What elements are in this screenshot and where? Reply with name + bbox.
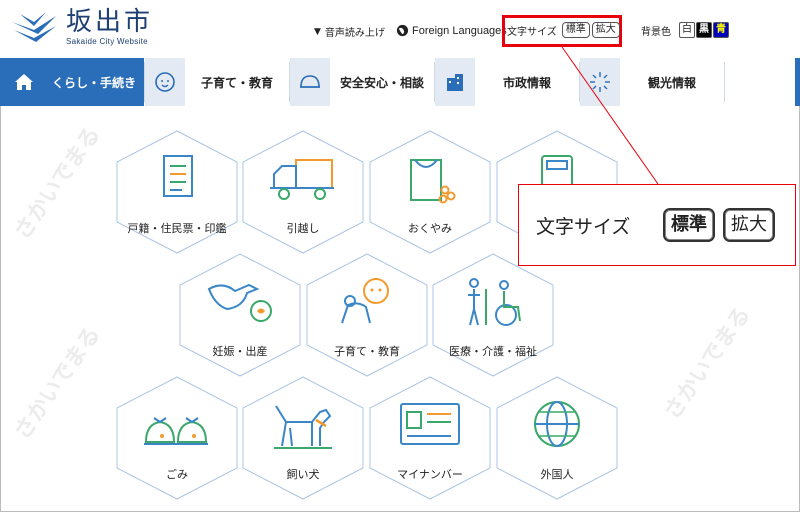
tile-welfare[interactable]: 医療・介護・福祉 [431,253,555,377]
building-icon [447,74,463,91]
download-arrow-icon: ▼ [314,26,321,37]
nav-label: 観光情報 [647,75,696,90]
bg-color-control: 背景色 白 黒 青 [641,22,730,38]
firework-icon [590,72,610,92]
logo-title: 坂出市 [66,7,154,37]
bg-color-label: 背景色 [641,26,671,38]
tile-label: マイナンバー [397,468,463,481]
document-icon [163,155,193,197]
truck-icon [270,159,334,200]
globe-icon [534,401,580,447]
foreign-languages-link[interactable]: Foreign Languages [396,24,507,37]
helmet-icon [300,75,320,88]
callout-standard-button: 標準 [663,208,715,242]
nav-item-tourism[interactable]: 観光情報 [580,58,725,106]
tile-label: 飼い犬 [286,468,320,481]
tile-family-register[interactable]: 戸籍・住民票・印鑑 [115,130,239,254]
voice-reader-link[interactable]: ▼ 音声読み上げ [314,24,385,40]
logo-bird-icon [12,12,56,42]
watermark-text: さかいでまる [9,122,106,245]
nav-label: くらし・手続き [51,75,136,90]
nav-label: 安全安心・相談 [339,75,424,90]
bg-white-button[interactable]: 白 [679,22,695,38]
tile-label: 引越し [286,222,320,235]
nav-item-childcare[interactable]: 子育て・教育 [145,58,290,106]
tile-childcare[interactable]: 子育て・教育 [305,253,429,377]
home-icon [15,74,33,90]
text-size-label: 文字サイズ [507,26,557,38]
nav-item-safety[interactable]: 安全安心・相談 [290,58,435,106]
site-header: 坂出市 Sakaide City Website ▼ 音声読み上げ Foreig… [0,0,800,58]
voice-reader-label: 音声読み上げ [324,28,385,39]
tile-condolence[interactable]: おくやみ [368,130,492,254]
callout-large-button: 拡大 [723,208,775,242]
site-logo[interactable]: 坂出市 Sakaide City Website [10,8,153,46]
tile-label: 医療・介護・福祉 [449,345,537,358]
dog-icon [274,405,332,449]
text-size-control: 文字サイズ 標準 拡大 [507,22,622,38]
text-size-large-button[interactable]: 拡大 [591,22,620,38]
watermark-text: さかいでまる [659,302,756,425]
tile-label: 子育て・教育 [334,345,400,358]
nav-item-living[interactable]: くらし・手続き [0,58,145,106]
tile-label: 戸籍・住民票・印鑑 [127,222,227,235]
garbage-bag-icon [144,417,208,445]
global-nav: くらし・手続き 子育て・教育 安全安心・相談 市政情報 観光情報 [0,58,800,106]
foreign-languages-label: Foreign Languages [412,24,507,37]
nav-item-cityinfo[interactable]: 市政情報 [435,58,580,106]
bg-black-button[interactable]: 黒 [696,22,712,38]
tile-label: ごみ [166,468,188,481]
globe-icon [396,24,409,37]
stork-icon [207,283,272,322]
text-size-standard-button[interactable]: 標準 [561,22,590,38]
logo-subtitle: Sakaide City Website [66,37,148,46]
incense-icon [410,159,456,204]
nav-edge [795,58,800,106]
child-icon [341,278,389,324]
wheelchair-icon [468,278,521,326]
bg-blue-button[interactable]: 青 [713,22,729,38]
tile-label: 外国人 [540,468,574,481]
tile-moving[interactable]: 引越し [241,130,365,254]
tile-garbage[interactable]: ごみ [115,376,239,500]
tile-label: おくやみ [408,222,452,235]
tile-pregnancy[interactable]: 妊娠・出産 [178,253,302,377]
tile-mynumber[interactable]: マイナンバー [368,376,492,500]
tile-label: 妊娠・出産 [212,345,268,358]
nav-label: 市政情報 [502,75,551,90]
tile-dog[interactable]: 飼い犬 [241,376,365,500]
watermark-text: さかいでまる [9,322,106,445]
tile-foreigners[interactable]: 外国人 [495,376,619,500]
id-card-icon [400,403,460,445]
baby-icon [155,72,175,92]
nav-label: 子育て・教育 [200,75,273,90]
callout-label: 文字サイズ [536,216,631,238]
text-size-callout: 文字サイズ 標準 拡大 [518,184,796,266]
